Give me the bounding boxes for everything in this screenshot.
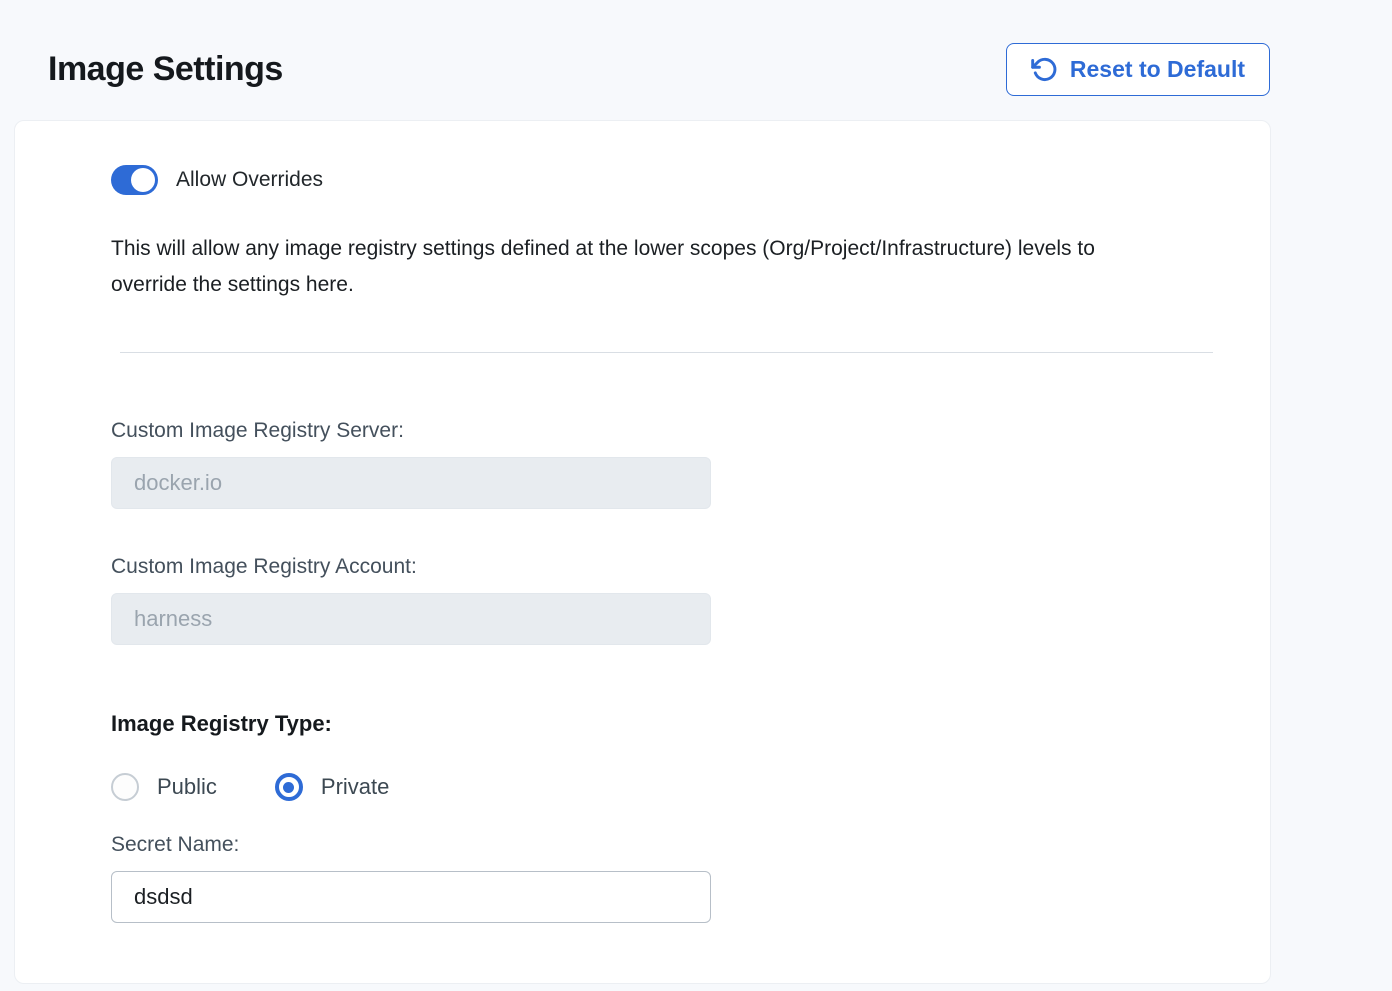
secret-name-label: Secret Name: [111,833,1174,857]
allow-overrides-label: Allow Overrides [176,168,323,192]
reset-icon [1031,56,1058,83]
secret-name-input[interactable] [111,871,711,923]
overrides-description: This will allow any image registry setti… [111,231,1174,302]
image-settings-card: Allow Overrides This will allow any imag… [14,120,1271,984]
allow-overrides-row: Allow Overrides [111,165,1174,195]
secret-name-field: Secret Name: [111,833,1174,923]
radio-public-label: Public [157,774,217,800]
radio-private-label: Private [321,774,389,800]
radio-public-circle-icon [111,773,139,801]
radio-private-circle-icon [275,773,303,801]
page-title: Image Settings [48,50,283,89]
registry-server-input[interactable] [111,457,711,509]
registry-server-field: Custom Image Registry Server: [111,419,1174,509]
reset-to-default-button[interactable]: Reset to Default [1006,43,1270,96]
registry-account-input[interactable] [111,593,711,645]
registry-account-field: Custom Image Registry Account: [111,555,1174,645]
toggle-knob [131,168,155,192]
registry-server-label: Custom Image Registry Server: [111,419,1174,443]
allow-overrides-toggle[interactable] [111,165,158,195]
radio-option-private[interactable]: Private [275,773,389,801]
radio-option-public[interactable]: Public [111,773,217,801]
registry-account-label: Custom Image Registry Account: [111,555,1174,579]
registry-type-label: Image Registry Type: [111,711,1174,737]
registry-type-radio-group: Public Private [111,773,1174,801]
page-header: Image Settings Reset to Default [0,0,1392,112]
reset-button-label: Reset to Default [1070,56,1245,83]
section-divider [120,352,1213,353]
